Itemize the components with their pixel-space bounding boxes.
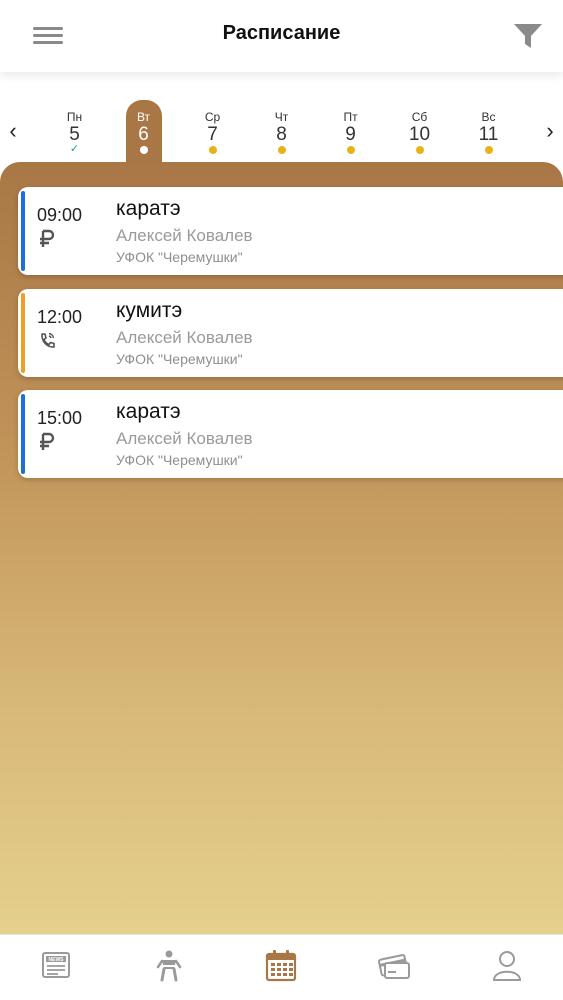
day-name: Вс <box>481 110 496 124</box>
event-dot-icon <box>484 146 493 154</box>
check-icon: ✓ <box>69 143 80 155</box>
coach-name: Алексей Ковалев <box>116 429 253 448</box>
coach-name: Алексей Ковалев <box>116 328 253 347</box>
day-2[interactable]: Ср 7 <box>178 72 247 164</box>
profile-icon <box>489 947 525 988</box>
bottom-navigation: NEWS <box>0 934 563 1000</box>
ruble-icon <box>38 432 56 452</box>
prev-week-arrow-icon[interactable]: ‹ <box>3 120 23 142</box>
day-4[interactable]: Пт 9 <box>316 72 385 164</box>
day-6[interactable]: Вс 11 <box>454 72 523 164</box>
day-name: Вт <box>136 110 151 124</box>
class-time: 12:00 <box>37 307 83 327</box>
cards-icon <box>376 947 412 988</box>
day-name: Ср <box>204 110 221 124</box>
schedule-list: 09:00 каратэ Алексей Ковалев УФОК "Черемушк… <box>0 162 563 934</box>
nav-item-profile[interactable] <box>450 935 563 1000</box>
class-name: каратэ <box>116 400 181 423</box>
nav-item-calendar[interactable] <box>225 935 338 1000</box>
phone-icon <box>38 331 56 351</box>
day-5[interactable]: Сб 10 <box>385 72 454 164</box>
class-location: УФОК "Черемушки" <box>116 452 243 468</box>
day-0[interactable]: Пн 5 ✓ <box>40 72 109 164</box>
day-date: 11 <box>478 124 499 145</box>
coach-name: Алексей Ковалев <box>116 226 253 245</box>
next-week-arrow-icon[interactable]: › <box>540 120 560 142</box>
event-dot-icon <box>415 146 424 154</box>
class-card[interactable]: 12:00 кумитэ Алексей Ковалев УФОК "Черемушк… <box>18 289 563 377</box>
news-label: NEWS <box>49 957 65 963</box>
event-dot-icon <box>346 146 355 154</box>
page-title: Расписание <box>222 22 341 44</box>
day-date: 9 <box>345 124 356 145</box>
day-name: Пн <box>66 110 83 124</box>
class-card[interactable]: 09:00 каратэ Алексей Ковалев УФОК "Черемушк… <box>18 187 563 275</box>
day-name: Сб <box>411 110 428 124</box>
karate-icon <box>151 947 187 988</box>
week-selector: ‹ Пн 5 ✓ Вт 6 Ср 7 Чт 8 Пт 9 Сб 10 Вс 11 › <box>0 72 563 170</box>
day-name: Чт <box>274 110 289 124</box>
day-3[interactable]: Чт 8 <box>247 72 316 164</box>
class-color-stripe <box>21 293 25 373</box>
day-1[interactable]: Вт 6 <box>109 72 178 170</box>
nav-item-news[interactable]: NEWS <box>0 935 113 1000</box>
class-name: кумитэ <box>116 299 183 322</box>
day-date: 7 <box>207 124 218 145</box>
event-dot-icon <box>277 146 286 154</box>
class-time: 15:00 <box>37 408 83 428</box>
class-color-stripe <box>21 394 25 474</box>
days-row: Пн 5 ✓ Вт 6 Ср 7 Чт 8 Пт 9 Сб 10 Вс 11 <box>40 72 523 170</box>
class-card[interactable]: 15:00 каратэ Алексей Ковалев УФОК "Черемушк… <box>18 390 563 478</box>
top-bar: Расписание <box>0 0 563 72</box>
news-icon: NEWS <box>38 947 74 988</box>
class-location: УФОК "Черемушки" <box>116 351 243 367</box>
day-date: 8 <box>276 124 287 145</box>
event-dot-icon <box>139 146 148 154</box>
nav-item-cards[interactable] <box>338 935 451 1000</box>
class-name: каратэ <box>116 197 181 220</box>
day-date: 10 <box>408 124 431 145</box>
ruble-icon <box>38 229 56 249</box>
class-time: 09:00 <box>37 205 83 225</box>
calendar-icon <box>263 947 299 988</box>
day-date: 6 <box>138 124 149 145</box>
nav-item-karate[interactable] <box>113 935 226 1000</box>
class-location: УФОК "Черемушки" <box>116 249 243 265</box>
class-color-stripe <box>21 191 25 271</box>
event-dot-icon <box>208 146 217 154</box>
day-name: Пт <box>343 110 358 124</box>
filter-icon[interactable] <box>512 22 544 50</box>
